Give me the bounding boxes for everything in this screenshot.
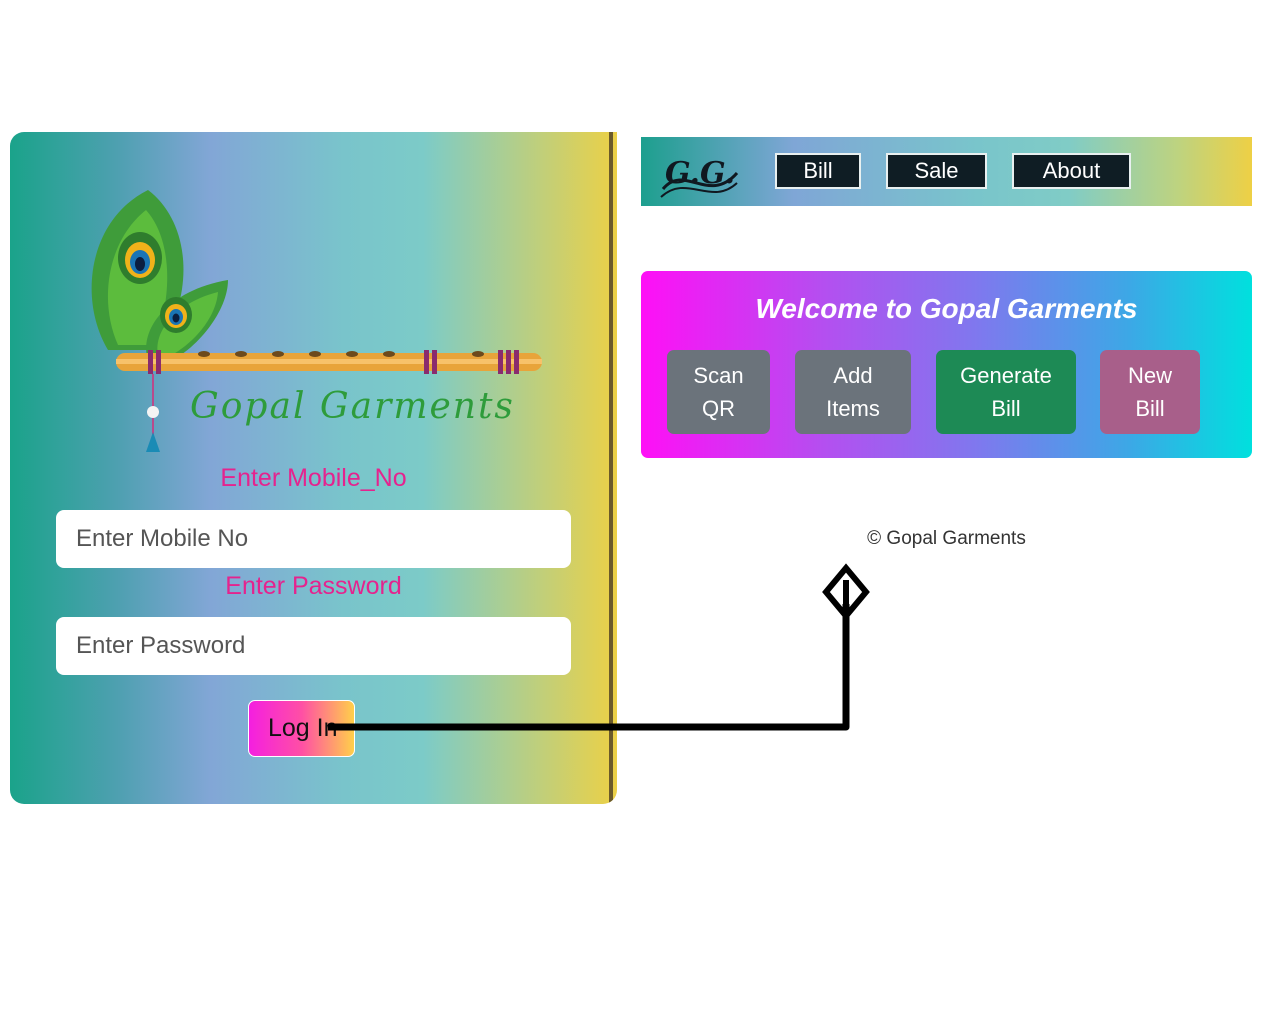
mobile-input[interactable] bbox=[56, 510, 571, 568]
scan-qr-button[interactable]: Scan QR bbox=[667, 350, 770, 434]
brand-name: Gopal Garments bbox=[190, 386, 515, 427]
navbar: G.G. Bill Sale About bbox=[641, 137, 1252, 206]
password-label: Enter Password bbox=[225, 572, 402, 600]
footer-copyright: © Gopal Garments bbox=[867, 528, 1026, 549]
nav-about-button[interactable]: About bbox=[1012, 153, 1131, 189]
welcome-card: Welcome to Gopal Garments Scan QR Add It… bbox=[641, 271, 1252, 458]
mobile-label: Enter Mobile_No bbox=[220, 464, 407, 492]
nav-sale-button[interactable]: Sale bbox=[886, 153, 987, 189]
login-button[interactable]: Log In bbox=[248, 700, 355, 757]
svg-text:G.G.: G.G. bbox=[665, 156, 735, 191]
nav-bill-button[interactable]: Bill bbox=[775, 153, 861, 189]
add-items-button[interactable]: Add Items bbox=[795, 350, 911, 434]
new-bill-button[interactable]: New Bill bbox=[1100, 350, 1200, 434]
password-input[interactable] bbox=[56, 617, 571, 675]
welcome-title: Welcome to Gopal Garments bbox=[755, 293, 1138, 324]
gg-logo-icon[interactable]: G.G. bbox=[659, 143, 739, 201]
login-panel: Gopal Garments Enter Mobile_No Enter Pas… bbox=[10, 132, 617, 804]
generate-bill-button[interactable]: Generate Bill bbox=[936, 350, 1076, 434]
